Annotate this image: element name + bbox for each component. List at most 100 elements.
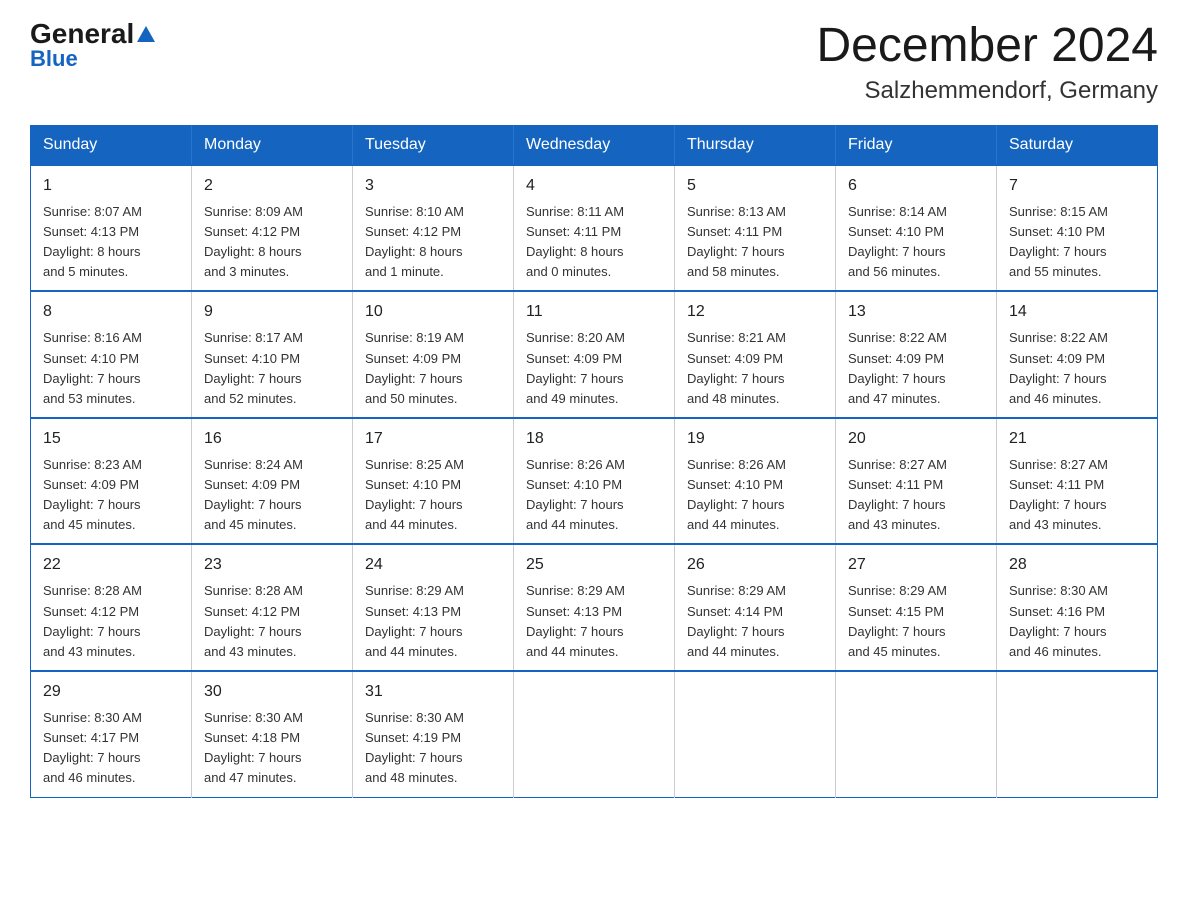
calendar-cell: 3 Sunrise: 8:10 AM Sunset: 4:12 PM Daylig…	[353, 165, 514, 292]
calendar-cell: 23Sunrise: 8:28 AM Sunset: 4:12 PM Dayli…	[192, 544, 353, 671]
day-number: 21	[1009, 427, 1145, 451]
calendar-cell: 1Sunrise: 8:07 AM Sunset: 4:13 PM Daylig…	[31, 165, 192, 292]
calendar-header-friday: Friday	[836, 125, 997, 165]
day-number: 1	[43, 174, 179, 198]
calendar-header-sunday: Sunday	[31, 125, 192, 165]
day-number: 28	[1009, 553, 1145, 577]
day-number: 23	[204, 553, 340, 577]
calendar-week-row: 29Sunrise: 8:30 AM Sunset: 4:17 PM Dayli…	[31, 671, 1158, 797]
day-info: Sunrise: 8:10 AM Sunset: 4:12 PM Dayligh…	[365, 202, 501, 283]
calendar-cell: 2 Sunrise: 8:09 AM Sunset: 4:12 PM Daylig…	[192, 165, 353, 292]
day-number: 15	[43, 427, 179, 451]
day-info: Sunrise: 8:25 AM Sunset: 4:10 PM Dayligh…	[365, 455, 501, 536]
day-number: 12	[687, 300, 823, 324]
calendar-week-row: 1Sunrise: 8:07 AM Sunset: 4:13 PM Daylig…	[31, 165, 1158, 292]
page-header: General Blue December 2024 Salzhemmendor…	[30, 20, 1158, 105]
calendar-cell: 30Sunrise: 8:30 AM Sunset: 4:18 PM Dayli…	[192, 671, 353, 797]
calendar-cell: 17 Sunrise: 8:25 AM Sunset: 4:10 PM Dayli…	[353, 418, 514, 545]
calendar-cell: 31Sunrise: 8:30 AM Sunset: 4:19 PM Dayli…	[353, 671, 514, 797]
calendar-cell: 25 Sunrise: 8:29 AM Sunset: 4:13 PM Dayli…	[514, 544, 675, 671]
day-number: 19	[687, 427, 823, 451]
calendar-header-wednesday: Wednesday	[514, 125, 675, 165]
logo: General Blue	[30, 20, 155, 72]
day-info: Sunrise: 8:27 AM Sunset: 4:11 PM Dayligh…	[848, 455, 984, 536]
day-info: Sunrise: 8:16 AM Sunset: 4:10 PM Dayligh…	[43, 328, 179, 409]
day-info: Sunrise: 8:22 AM Sunset: 4:09 PM Dayligh…	[1009, 328, 1145, 409]
day-info: Sunrise: 8:15 AM Sunset: 4:10 PM Dayligh…	[1009, 202, 1145, 283]
calendar-week-row: 15 Sunrise: 8:23 AM Sunset: 4:09 PM Dayli…	[31, 418, 1158, 545]
day-info: Sunrise: 8:09 AM Sunset: 4:12 PM Dayligh…	[204, 202, 340, 283]
day-info: Sunrise: 8:29 AM Sunset: 4:14 PM Dayligh…	[687, 581, 823, 662]
day-info: Sunrise: 8:21 AM Sunset: 4:09 PM Dayligh…	[687, 328, 823, 409]
day-number: 9	[204, 300, 340, 324]
calendar-cell: 16Sunrise: 8:24 AM Sunset: 4:09 PM Dayli…	[192, 418, 353, 545]
calendar-header-tuesday: Tuesday	[353, 125, 514, 165]
calendar-cell: 26 Sunrise: 8:29 AM Sunset: 4:14 PM Dayli…	[675, 544, 836, 671]
day-number: 3	[365, 174, 501, 198]
day-number: 24	[365, 553, 501, 577]
title-block: December 2024 Salzhemmendorf, Germany	[816, 20, 1158, 105]
calendar-cell: 21 Sunrise: 8:27 AM Sunset: 4:11 PM Dayli…	[997, 418, 1158, 545]
calendar-cell: 13 Sunrise: 8:22 AM Sunset: 4:09 PM Dayli…	[836, 291, 997, 418]
calendar-cell: 22 Sunrise: 8:28 AM Sunset: 4:12 PM Dayli…	[31, 544, 192, 671]
day-number: 17	[365, 427, 501, 451]
day-info: Sunrise: 8:28 AM Sunset: 4:12 PM Dayligh…	[43, 581, 179, 662]
calendar-title: December 2024	[816, 20, 1158, 73]
calendar-table: SundayMondayTuesdayWednesdayThursdayFrid…	[30, 125, 1158, 798]
calendar-cell: 7 Sunrise: 8:15 AM Sunset: 4:10 PM Daylig…	[997, 165, 1158, 292]
calendar-subtitle: Salzhemmendorf, Germany	[816, 77, 1158, 105]
day-number: 11	[526, 300, 662, 324]
day-number: 10	[365, 300, 501, 324]
day-info: Sunrise: 8:26 AM Sunset: 4:10 PM Dayligh…	[526, 455, 662, 536]
day-number: 2	[204, 174, 340, 198]
logo-general: General	[30, 20, 155, 48]
calendar-header-monday: Monday	[192, 125, 353, 165]
day-info: Sunrise: 8:29 AM Sunset: 4:13 PM Dayligh…	[526, 581, 662, 662]
calendar-cell: 4Sunrise: 8:11 AM Sunset: 4:11 PM Daylig…	[514, 165, 675, 292]
calendar-cell: 20 Sunrise: 8:27 AM Sunset: 4:11 PM Dayli…	[836, 418, 997, 545]
day-info: Sunrise: 8:30 AM Sunset: 4:16 PM Dayligh…	[1009, 581, 1145, 662]
calendar-week-row: 8 Sunrise: 8:16 AM Sunset: 4:10 PM Daylig…	[31, 291, 1158, 418]
calendar-cell: 24 Sunrise: 8:29 AM Sunset: 4:13 PM Dayli…	[353, 544, 514, 671]
calendar-cell: 8 Sunrise: 8:16 AM Sunset: 4:10 PM Daylig…	[31, 291, 192, 418]
day-number: 7	[1009, 174, 1145, 198]
calendar-cell: 11 Sunrise: 8:20 AM Sunset: 4:09 PM Dayli…	[514, 291, 675, 418]
day-number: 13	[848, 300, 984, 324]
day-number: 18	[526, 427, 662, 451]
day-info: Sunrise: 8:26 AM Sunset: 4:10 PM Dayligh…	[687, 455, 823, 536]
day-info: Sunrise: 8:27 AM Sunset: 4:11 PM Dayligh…	[1009, 455, 1145, 536]
day-number: 25	[526, 553, 662, 577]
day-number: 8	[43, 300, 179, 324]
day-info: Sunrise: 8:22 AM Sunset: 4:09 PM Dayligh…	[848, 328, 984, 409]
calendar-week-row: 22 Sunrise: 8:28 AM Sunset: 4:12 PM Dayli…	[31, 544, 1158, 671]
day-number: 22	[43, 553, 179, 577]
day-info: Sunrise: 8:17 AM Sunset: 4:10 PM Dayligh…	[204, 328, 340, 409]
day-info: Sunrise: 8:30 AM Sunset: 4:19 PM Dayligh…	[365, 708, 501, 789]
calendar-cell: 6Sunrise: 8:14 AM Sunset: 4:10 PM Daylig…	[836, 165, 997, 292]
calendar-cell: 18 Sunrise: 8:26 AM Sunset: 4:10 PM Dayli…	[514, 418, 675, 545]
day-number: 30	[204, 680, 340, 704]
calendar-cell	[997, 671, 1158, 797]
calendar-cell: 15 Sunrise: 8:23 AM Sunset: 4:09 PM Dayli…	[31, 418, 192, 545]
day-number: 20	[848, 427, 984, 451]
day-info: Sunrise: 8:19 AM Sunset: 4:09 PM Dayligh…	[365, 328, 501, 409]
calendar-cell: 28 Sunrise: 8:30 AM Sunset: 4:16 PM Dayli…	[997, 544, 1158, 671]
day-info: Sunrise: 8:13 AM Sunset: 4:11 PM Dayligh…	[687, 202, 823, 283]
calendar-cell: 19 Sunrise: 8:26 AM Sunset: 4:10 PM Dayli…	[675, 418, 836, 545]
calendar-cell: 14Sunrise: 8:22 AM Sunset: 4:09 PM Dayli…	[997, 291, 1158, 418]
day-number: 6	[848, 174, 984, 198]
day-info: Sunrise: 8:29 AM Sunset: 4:15 PM Dayligh…	[848, 581, 984, 662]
calendar-cell	[836, 671, 997, 797]
calendar-header-thursday: Thursday	[675, 125, 836, 165]
calendar-header-row: SundayMondayTuesdayWednesdayThursdayFrid…	[31, 125, 1158, 165]
day-info: Sunrise: 8:24 AM Sunset: 4:09 PM Dayligh…	[204, 455, 340, 536]
day-number: 29	[43, 680, 179, 704]
day-info: Sunrise: 8:29 AM Sunset: 4:13 PM Dayligh…	[365, 581, 501, 662]
calendar-cell: 5 Sunrise: 8:13 AM Sunset: 4:11 PM Daylig…	[675, 165, 836, 292]
day-info: Sunrise: 8:20 AM Sunset: 4:09 PM Dayligh…	[526, 328, 662, 409]
day-info: Sunrise: 8:11 AM Sunset: 4:11 PM Dayligh…	[526, 202, 662, 283]
day-number: 26	[687, 553, 823, 577]
day-number: 5	[687, 174, 823, 198]
calendar-cell	[675, 671, 836, 797]
day-info: Sunrise: 8:23 AM Sunset: 4:09 PM Dayligh…	[43, 455, 179, 536]
